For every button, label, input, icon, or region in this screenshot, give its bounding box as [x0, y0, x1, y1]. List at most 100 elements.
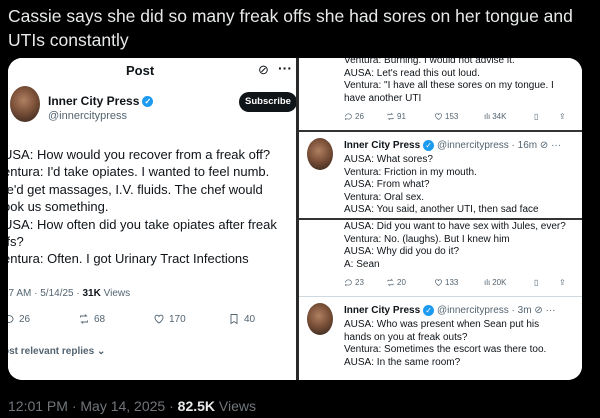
author-name: Inner City Press ✓	[48, 94, 154, 108]
repost-action: 20	[386, 278, 406, 287]
most-relevant-replies: ost relevant replies ⌄	[8, 346, 105, 357]
left-screenshot: Post ⊘ ··· Inner City Press ✓ @innercityp…	[8, 58, 297, 380]
body-line: AUSA: In the same room?	[344, 356, 461, 368]
repost-count: 68	[94, 313, 106, 325]
avatar	[307, 303, 333, 335]
body-line: A: Sean	[344, 258, 380, 270]
views-count: 20K	[492, 278, 507, 287]
post-time: 37 AM · 5/14/25 ·	[8, 288, 80, 299]
post-text: Cassie says she did so many freak offs s…	[8, 6, 573, 50]
reply-count: 23	[355, 278, 364, 287]
post-meta: 37 AM · 5/14/25 · 31K Views	[8, 288, 130, 299]
bookmark-count: 40	[244, 313, 256, 325]
reply-count: 26	[355, 112, 364, 121]
reply-header: Inner City Press ✓ @innercitypress · 16m …	[344, 140, 561, 151]
reply-icon	[8, 315, 14, 323]
more-icon: ···	[278, 60, 292, 76]
body-line: Ventura: Friction in my mouth.	[344, 166, 477, 178]
body-line: have another UTI	[344, 92, 422, 104]
author-name: Inner City Press	[344, 140, 421, 152]
grok-icon: ⊘ ···	[539, 140, 562, 152]
author-handle: @innercitypress	[48, 110, 128, 122]
post-body: USA: How would you recover from a freak …	[8, 146, 293, 268]
like-count: 133	[445, 278, 459, 287]
body-line: AUSA: Who was present when Sean put his	[344, 319, 540, 330]
repost-icon	[387, 278, 394, 287]
reply-action: 26	[344, 112, 364, 121]
verified-badge-icon: ✓	[142, 96, 154, 108]
repost-count: 91	[397, 112, 406, 121]
body-line: AUSA: Did you want to have sex with Jule…	[344, 221, 566, 232]
reply-body: AUSA: What sores? Ventura: Friction in m…	[344, 154, 576, 217]
action-bar: 23 20 133 ılı 20K ▯ ⇪	[344, 278, 574, 290]
views-label: Views	[218, 398, 256, 414]
body-line: AUSA: You said, another UTI, then sad fa…	[344, 204, 539, 215]
body-line: Ventura: Burning. I would not advise it.	[344, 58, 515, 66]
reply-icon	[344, 113, 352, 121]
right-screenshots: Ventura: Burning. I would not advise it.…	[299, 58, 582, 380]
avatar	[10, 86, 40, 122]
repost-count: 20	[397, 278, 406, 287]
post-time: 12:01 PM · May 14, 2025 ·	[8, 398, 174, 414]
author-handle: @innercitypress · 3m	[436, 305, 532, 317]
author-name: Inner City Press	[344, 305, 421, 317]
like-action: 170	[153, 313, 186, 325]
reply-body: Ventura: Burning. I would not advise it.…	[344, 58, 576, 105]
action-bar: 26 91 153 ılı 34K ▯ ⇪	[344, 112, 574, 124]
chevron-down-icon: ⌄	[96, 346, 106, 357]
bar-chart-icon: ılı	[484, 112, 491, 121]
like-count: 170	[169, 313, 186, 325]
verified-badge-icon: ✓	[423, 140, 435, 151]
body-line: Ventura: "I have all these sores on my t…	[344, 80, 554, 91]
views-action: ılı 34K	[484, 112, 506, 121]
repost-action: 68	[78, 313, 105, 325]
body-line: entura: I'd take opiates. I wanted to fe…	[8, 164, 270, 180]
share-icon: ⇪	[559, 278, 566, 287]
reply-action: 23	[344, 278, 364, 287]
body-line: entura: Often. I got Urinary Tract Infec…	[8, 251, 249, 267]
reply-action: 26	[8, 313, 30, 325]
bookmark-icon: ▯	[534, 278, 539, 287]
like-count: 153	[445, 112, 459, 121]
most-relevant-label: ost relevant replies	[8, 346, 95, 357]
reply-count: 26	[19, 313, 31, 325]
bar-chart-icon: ılı	[484, 278, 491, 287]
views-count: 34K	[492, 112, 507, 121]
body-line: hands on you at freak outs?	[344, 331, 468, 343]
repost-action: 91	[386, 112, 406, 121]
body-line: AUSA: What sores?	[344, 154, 433, 165]
body-line: ook us something.	[8, 199, 109, 215]
views-action: ılı 20K	[484, 278, 506, 287]
share-icon: ⇪	[559, 112, 566, 121]
views-count: 82.5K	[177, 398, 216, 414]
author-name-text: Inner City Press	[48, 94, 140, 108]
attached-image-collage[interactable]: Post ⊘ ··· Inner City Press ✓ @innercityp…	[8, 58, 582, 380]
body-line: AUSA: Let's read this out loud.	[344, 67, 480, 79]
heart-icon	[435, 113, 442, 120]
heart-icon	[154, 314, 164, 324]
repost-icon	[80, 314, 88, 324]
verified-badge-icon: ✓	[423, 305, 435, 316]
reply-header: Inner City Press ✓ @innercitypress · 3m ⊘…	[344, 305, 556, 316]
grok-icon: ⊘	[258, 62, 269, 77]
reply-body: AUSA: Did you want to have sex with Jule…	[344, 221, 576, 271]
like-action: 133	[434, 278, 458, 287]
bookmark-action: 40	[228, 313, 255, 325]
like-action: 153	[434, 112, 458, 121]
body-line: /e'd get massages, I.V. fluids. The chef…	[8, 181, 263, 197]
body-line: ffs?	[8, 234, 24, 250]
bookmark-icon: ▯	[534, 112, 539, 121]
views-label: Views	[103, 288, 131, 299]
reply-body: AUSA: Who was present when Sean put his …	[344, 319, 576, 369]
repost-icon	[387, 112, 394, 121]
body-line: USA: How would you recover from a freak …	[8, 147, 271, 162]
divider	[299, 296, 582, 297]
divider	[299, 218, 582, 220]
bookmark-icon	[230, 314, 238, 325]
reply-icon	[344, 279, 352, 287]
body-line: USA: How often did you take opiates afte…	[8, 216, 277, 232]
views-count: 31K	[82, 288, 101, 299]
divider	[299, 130, 582, 132]
subscribe-button: Subscribe	[239, 92, 297, 112]
heart-icon	[435, 279, 442, 286]
